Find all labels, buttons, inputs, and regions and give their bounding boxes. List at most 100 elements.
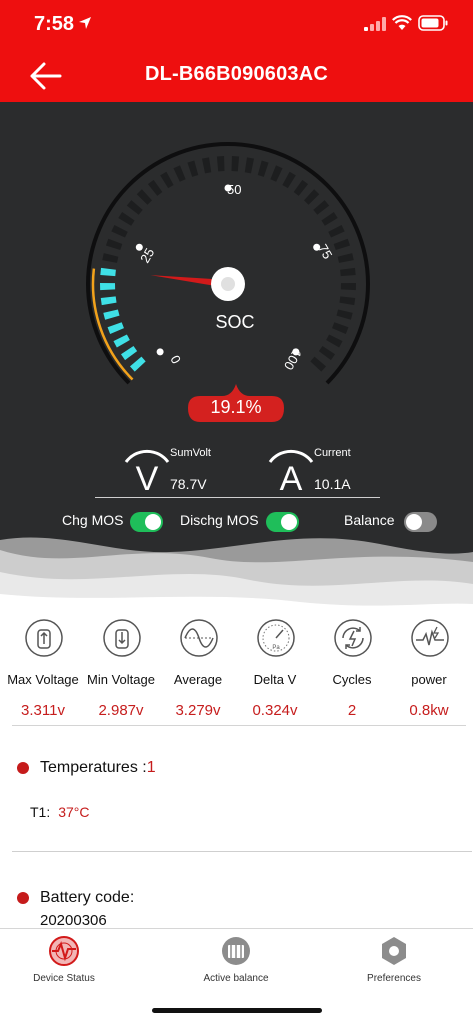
chg-mos-toggle[interactable]: [130, 512, 163, 532]
temperatures-divider: [12, 851, 472, 852]
gauge-segment: [216, 156, 225, 172]
gauge-segment: [340, 282, 356, 291]
wifi-icon: [392, 15, 412, 30]
gauge-segment: [129, 356, 146, 372]
gauge-segment: [270, 165, 283, 182]
tab-label: Device Status: [33, 973, 95, 984]
gauge-segment: [337, 253, 354, 263]
dischg-mos-toggle[interactable]: [266, 512, 299, 532]
gauge-segment: [332, 322, 349, 334]
stat-value: 3.311v: [21, 702, 65, 719]
max-voltage-icon: [25, 619, 63, 657]
average-wave-icon: [180, 619, 218, 657]
voltage-icon: V: [124, 449, 170, 494]
status-time: 7:58: [34, 13, 75, 35]
gauge-segment: [100, 267, 116, 277]
tick-label-50: 50: [227, 182, 242, 197]
nav-bar: DL-B66B090603AC: [0, 50, 473, 102]
gauge-segment: [231, 156, 240, 172]
gauge-segment: [282, 171, 296, 189]
power-icon: [411, 619, 449, 657]
temperatures-count: 1: [146, 759, 156, 776]
gauge-segment: [318, 345, 336, 361]
battery-code-title: Battery code:: [40, 889, 135, 906]
gauge-segment: [126, 200, 143, 215]
soc-value: 19.1%: [210, 397, 262, 417]
gauge-segment: [173, 165, 186, 182]
battery-code-bullet: [17, 892, 29, 904]
temperature-row-t1: T1: 37°C: [30, 804, 90, 820]
soc-label: SOC: [215, 312, 255, 332]
gauge-segment: [118, 212, 135, 226]
gauge-segment: [244, 157, 255, 174]
gauge-segment: [187, 160, 199, 177]
device-status-icon: [49, 936, 79, 966]
metrics-divider: [95, 497, 380, 498]
current-label: Current: [314, 447, 351, 459]
gauge-panel: 50 25 75 0 100 SOC 19.1% V SumVolt 78.7V…: [0, 102, 473, 610]
temperatures-label: Temperatures :: [40, 759, 147, 776]
stat-label: power: [411, 672, 447, 687]
gauge-segment: [304, 189, 320, 205]
tab-label: Preferences: [367, 973, 421, 984]
gauge-segment: [105, 238, 123, 250]
home-indicator: [152, 1008, 322, 1013]
gauge-tick-dot: [156, 348, 164, 356]
stat-value: 0.8kw: [409, 702, 449, 719]
gauge-segment: [113, 334, 130, 348]
gauge-segment: [102, 253, 119, 263]
gauge-segment: [339, 296, 356, 306]
gauge-segment: [257, 160, 269, 177]
gauge-segment: [310, 356, 327, 372]
battery-code-value: 20200306: [40, 912, 107, 929]
stat-value: 2.987v: [98, 702, 144, 719]
location-arrow-icon: [79, 17, 91, 29]
stats-row: Max Voltage 3.311v Min Voltage 2.987v Av…: [0, 618, 473, 728]
current-icon: A: [268, 449, 314, 494]
status-bar: 7:58: [0, 0, 473, 50]
sum-volt-label: SumVolt: [170, 447, 211, 459]
temperature-value: 37°C: [58, 804, 90, 820]
active-balance-icon: [222, 937, 250, 965]
balance-label: Balance: [344, 512, 395, 528]
gauge-segment: [147, 179, 163, 196]
temperatures-title: Temperatures :1: [40, 759, 156, 777]
balance-toggle[interactable]: [404, 512, 437, 532]
min-voltage-icon: [103, 619, 141, 657]
svg-text:V: V: [136, 460, 159, 494]
gauge-segment: [100, 296, 117, 306]
temperatures-bullet: [17, 762, 29, 774]
page-title: DL-B66B090603AC: [144, 63, 329, 85]
cycles-icon: [334, 619, 372, 657]
temperature-label: T1:: [30, 804, 51, 820]
gauge-segment: [136, 189, 152, 205]
gauge-segment: [160, 171, 174, 189]
gauge-segment: [103, 309, 120, 320]
tab-label: Active balance: [203, 973, 269, 984]
stats-divider: [12, 725, 466, 726]
svg-text:Pa: Pa: [272, 645, 280, 651]
gauge-segment: [321, 212, 338, 226]
soc-gauge: [86, 142, 370, 385]
stat-value: 0.324v: [252, 702, 298, 719]
battery-icon: [418, 15, 448, 31]
cellular-signal-icon: [364, 17, 386, 31]
delta-gauge-icon: Pa: [257, 619, 295, 657]
gauge-segment: [100, 282, 116, 291]
gauge-segment: [111, 224, 128, 238]
current-value: 10.1A: [314, 476, 351, 492]
gauge-segment: [201, 157, 212, 174]
gauge-segment: [328, 224, 345, 238]
preferences-icon: [382, 937, 406, 965]
stat-value: 2: [347, 702, 357, 719]
gauge-segment: [313, 200, 330, 215]
gauge-segment: [326, 334, 343, 348]
stat-value: 3.279v: [175, 702, 221, 719]
soc-value-badge: 19.1%: [188, 384, 284, 422]
gauge-segment: [293, 179, 309, 196]
gauge-outer-arc: [86, 142, 370, 385]
gauge-segment: [120, 345, 138, 361]
wave-decoration: [0, 537, 473, 610]
gauge-segment: [340, 267, 356, 277]
chg-mos-label: Chg MOS: [62, 512, 124, 528]
